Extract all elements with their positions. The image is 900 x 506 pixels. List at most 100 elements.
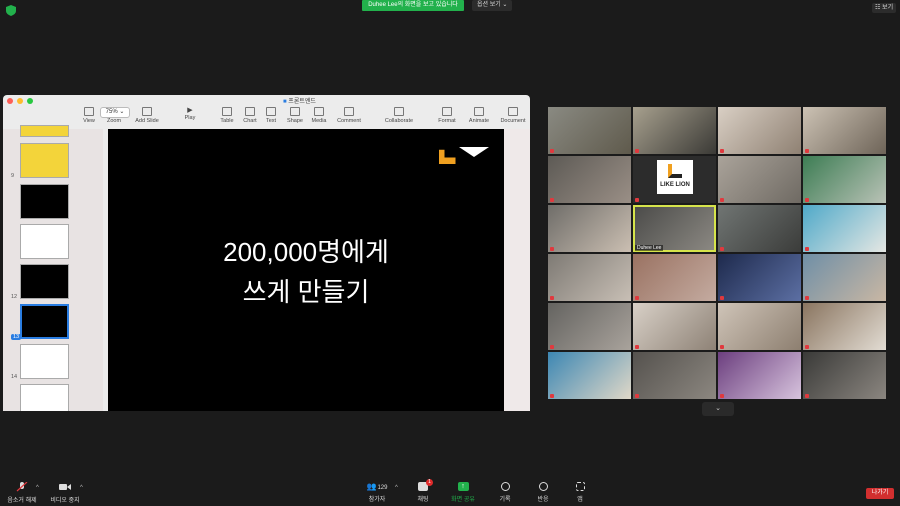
slide-thumbnail[interactable] xyxy=(20,143,69,178)
video-tile[interactable] xyxy=(718,254,801,301)
toolbar-shape[interactable]: Shape xyxy=(284,105,306,124)
share-screen-button[interactable]: ↑ 화면 공유 xyxy=(448,482,478,503)
chat-icon: 1 xyxy=(418,479,433,491)
close-window-button[interactable] xyxy=(7,98,13,104)
chart-icon xyxy=(245,107,255,116)
muted-mic-icon xyxy=(720,198,724,202)
slide-subheadline: 쓰게 만들기 xyxy=(242,277,370,307)
video-tile[interactable] xyxy=(718,156,801,203)
keynote-toolbar: View 75% ⌄ Zoom Add Slide ▶ Play Table Ch… xyxy=(3,105,530,129)
video-tile[interactable] xyxy=(633,107,716,154)
toolbar-view[interactable]: View xyxy=(80,105,98,124)
video-tile[interactable] xyxy=(803,205,886,252)
likelion-avatar-icon xyxy=(668,164,682,178)
participants-caret-icon[interactable]: ^ xyxy=(395,485,398,491)
toolbar-table[interactable]: Table xyxy=(218,105,236,124)
video-tile[interactable] xyxy=(718,303,801,350)
toolbar-format[interactable]: Format xyxy=(435,105,459,124)
zoom-window-button[interactable] xyxy=(27,98,33,104)
apps-button[interactable]: 앱 xyxy=(570,482,590,503)
muted-mic-icon xyxy=(805,198,809,202)
slide-number: 14 xyxy=(11,374,18,380)
video-tile[interactable] xyxy=(548,107,631,154)
toolbar-animate[interactable]: Animate xyxy=(465,105,493,124)
view-button[interactable]: ☷ 보기 xyxy=(872,3,897,13)
participants-icon: 👥129 xyxy=(366,482,388,491)
media-icon xyxy=(314,107,324,116)
toolbar-play-label: Play xyxy=(184,115,196,121)
toolbar-play[interactable]: ▶ Play xyxy=(181,105,199,121)
zoom-select[interactable]: 75% ⌄ xyxy=(100,107,130,118)
video-tile[interactable] xyxy=(548,205,631,252)
toolbar-chart[interactable]: Chart xyxy=(241,105,259,124)
video-tile[interactable] xyxy=(803,352,886,399)
video-tile[interactable] xyxy=(548,303,631,350)
toolbar-add-slide[interactable]: Add Slide xyxy=(133,105,161,124)
slide-headline: 200,000명에게 xyxy=(223,237,389,267)
slide-thumbnail-selected[interactable] xyxy=(20,304,69,339)
collaborate-icon xyxy=(394,107,404,116)
video-tile[interactable] xyxy=(548,156,631,203)
video-tile-active-speaker[interactable]: Duhee Lee xyxy=(633,205,716,252)
video-tile[interactable] xyxy=(548,254,631,301)
video-gallery: LIKE LION Duhee Lee xyxy=(548,107,888,401)
participants-label: 참가자 xyxy=(368,497,386,503)
video-options-caret-icon[interactable]: ^ xyxy=(80,485,83,491)
slide-canvas[interactable]: 200,000명에게 쓰게 만들기 xyxy=(108,129,504,411)
slide-thumbnail[interactable] xyxy=(20,184,69,219)
toolbar-text-label: Text xyxy=(265,118,277,124)
minimize-window-button[interactable] xyxy=(17,98,23,104)
grid-icon: ☷ xyxy=(875,5,883,11)
chevron-down-icon: ⌄ xyxy=(715,405,721,412)
slide-thumbnail[interactable] xyxy=(20,264,69,299)
chat-button[interactable]: 1 채팅 xyxy=(412,479,434,503)
video-tile[interactable] xyxy=(803,254,886,301)
screen-share-banner: Duhee Lee의 화면을 보고 있습니다 xyxy=(362,0,464,11)
video-tile[interactable] xyxy=(803,156,886,203)
video-tile[interactable] xyxy=(718,352,801,399)
video-tile[interactable] xyxy=(633,254,716,301)
animate-icon xyxy=(474,107,484,116)
toolbar-comment[interactable]: Comment xyxy=(334,105,364,124)
slide-number: 9 xyxy=(11,173,15,179)
muted-mic-icon xyxy=(805,345,809,349)
toolbar-add-slide-label: Add Slide xyxy=(135,118,159,124)
share-screen-label: 화면 공유 xyxy=(451,497,475,503)
muted-mic-icon xyxy=(805,149,809,153)
slide-navigator[interactable]: 9 12 13 14 xyxy=(3,125,103,411)
muted-mic-icon xyxy=(550,247,554,251)
leave-meeting-button[interactable]: 나가기 xyxy=(866,488,894,499)
likelion-logo-icon xyxy=(439,147,489,165)
slide-thumbnail[interactable] xyxy=(20,224,69,259)
toolbar-media[interactable]: Media xyxy=(308,105,330,124)
video-tile[interactable] xyxy=(718,107,801,154)
video-tile[interactable] xyxy=(803,107,886,154)
muted-mic-icon xyxy=(635,296,639,300)
video-tile[interactable] xyxy=(633,352,716,399)
participants-button[interactable]: 👥129 참가자 xyxy=(362,482,392,503)
toolbar-document[interactable]: Document xyxy=(497,105,529,124)
shield-icon[interactable] xyxy=(6,5,16,16)
record-label: 기록 xyxy=(499,497,511,503)
collapse-gallery-button[interactable]: ⌄ xyxy=(702,402,734,416)
toolbar-collaborate-label: Collaborate xyxy=(384,118,414,124)
video-tile[interactable] xyxy=(803,303,886,350)
slide-thumbnail[interactable] xyxy=(20,344,69,379)
reactions-button[interactable]: 반응 xyxy=(532,482,554,503)
toolbar-collaborate[interactable]: Collaborate xyxy=(381,105,417,124)
text-icon xyxy=(266,107,276,116)
audio-options-caret-icon[interactable]: ^ xyxy=(36,485,39,491)
unmute-button[interactable]: 음소거 해제 xyxy=(4,482,40,504)
stop-video-button[interactable]: 비디오 중지 xyxy=(48,482,82,504)
toolbar-media-label: Media xyxy=(311,118,327,124)
muted-mic-icon xyxy=(550,394,554,398)
slide-thumbnail[interactable] xyxy=(20,384,69,411)
video-tile[interactable] xyxy=(633,303,716,350)
video-tile[interactable] xyxy=(548,352,631,399)
record-button[interactable]: 기록 xyxy=(494,482,516,503)
video-tile[interactable] xyxy=(718,205,801,252)
view-options-button[interactable]: 옵션 보기 ⌄ xyxy=(472,0,513,11)
toolbar-text[interactable]: Text xyxy=(263,105,279,124)
video-tile[interactable]: LIKE LION xyxy=(633,156,716,203)
slide-thumbnail[interactable] xyxy=(20,125,69,137)
